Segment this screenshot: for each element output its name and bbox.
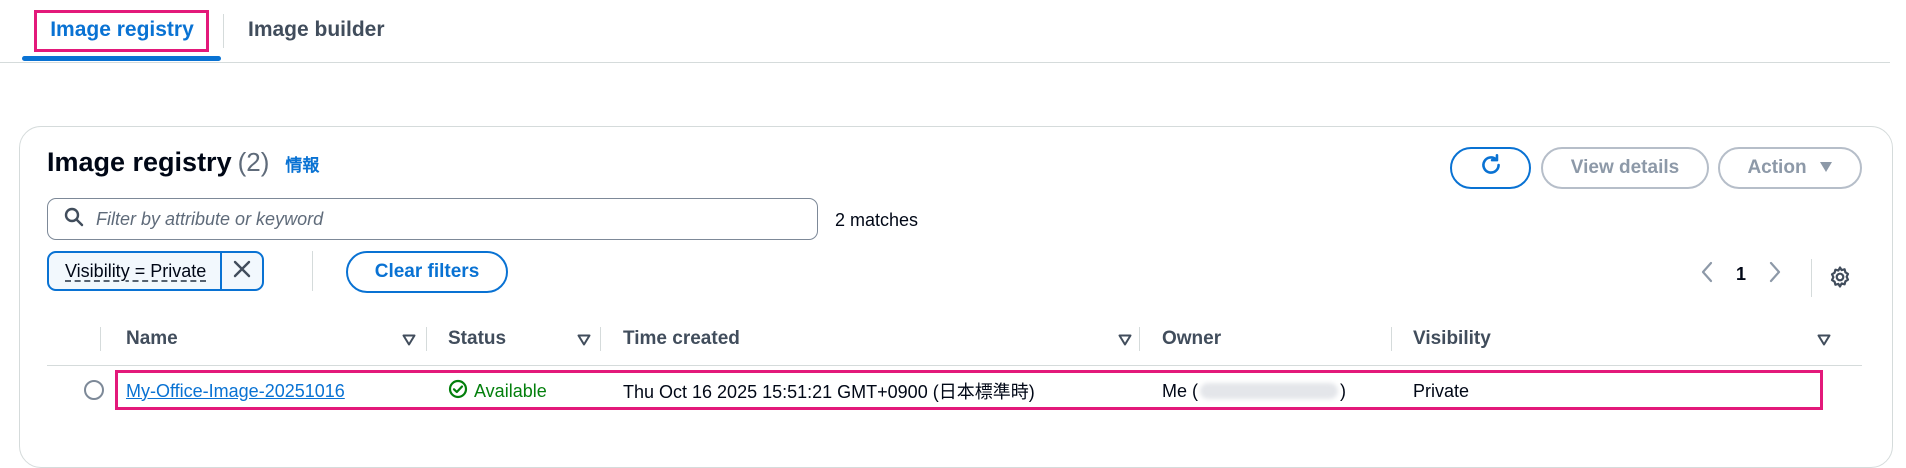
current-page[interactable]: 1 xyxy=(1736,264,1746,285)
sort-icon[interactable] xyxy=(1118,333,1132,351)
refresh-button[interactable] xyxy=(1450,147,1531,189)
column-header-owner[interactable]: Owner xyxy=(1162,313,1221,365)
column-divider xyxy=(1391,327,1392,351)
image-registry-panel: Image registry (2) 情報 View details Actio… xyxy=(19,126,1893,468)
column-header-status[interactable]: Status xyxy=(448,313,506,365)
clear-filters-label: Clear filters xyxy=(374,261,480,282)
search-icon xyxy=(64,207,84,232)
column-header-visibility[interactable]: Visibility xyxy=(1413,313,1491,365)
column-header-time-created[interactable]: Time created xyxy=(623,313,740,365)
settings-icon xyxy=(1828,266,1852,293)
pagination: 1 xyxy=(1700,261,1782,288)
close-icon xyxy=(233,260,251,283)
clear-filters-button[interactable]: Clear filters xyxy=(346,251,508,293)
highlight-box-row xyxy=(115,370,1823,410)
preferences-button[interactable] xyxy=(1828,265,1852,294)
column-header-label: Visibility xyxy=(1413,328,1491,349)
info-link[interactable]: 情報 xyxy=(285,151,319,176)
column-header-name[interactable]: Name xyxy=(126,313,178,365)
table-header: Name Status Time created Owner Visibilit… xyxy=(47,313,1862,366)
caret-down-icon xyxy=(1819,157,1833,179)
column-header-label: Time created xyxy=(623,328,740,349)
column-divider xyxy=(100,327,101,351)
column-divider xyxy=(1139,327,1140,351)
search-input[interactable] xyxy=(94,207,778,231)
column-divider xyxy=(600,327,601,351)
chevron-left-icon[interactable] xyxy=(1700,261,1714,288)
filter-token-label[interactable]: Visibility = Private xyxy=(49,261,220,282)
tab-image-builder-label: Image builder xyxy=(248,18,385,41)
tab-image-builder[interactable]: Image builder xyxy=(248,0,385,60)
panel-header: Image registry (2) 情報 xyxy=(47,147,319,178)
panel-title: Image registry xyxy=(47,147,232,177)
filter-divider xyxy=(312,251,313,291)
action-dropdown-button[interactable]: Action xyxy=(1718,147,1862,189)
tab-divider xyxy=(223,14,224,48)
active-tab-indicator xyxy=(22,56,221,61)
tab-bar: Image registry Image builder xyxy=(0,0,1890,63)
row-select-radio[interactable] xyxy=(84,380,104,400)
view-details-button[interactable]: View details xyxy=(1541,147,1709,189)
sort-icon[interactable] xyxy=(577,333,591,351)
sort-icon[interactable] xyxy=(402,333,416,351)
match-count: 2 matches xyxy=(835,210,919,230)
search-field[interactable] xyxy=(47,198,818,240)
column-header-label: Owner xyxy=(1162,328,1222,349)
pagination-divider xyxy=(1811,259,1812,297)
refresh-icon xyxy=(1478,152,1504,184)
column-divider xyxy=(426,327,427,351)
filter-token: Visibility = Private xyxy=(47,251,265,291)
view-details-label: View details xyxy=(1570,157,1680,178)
column-header-label: Status xyxy=(448,328,507,349)
remove-filter-button[interactable] xyxy=(220,253,262,289)
action-label: Action xyxy=(1747,157,1807,178)
item-count: (2) xyxy=(237,147,270,177)
column-header-label: Name xyxy=(126,328,178,349)
chevron-right-icon[interactable] xyxy=(1768,261,1782,288)
highlight-box-tab xyxy=(34,10,209,52)
sort-icon[interactable] xyxy=(1817,333,1831,351)
